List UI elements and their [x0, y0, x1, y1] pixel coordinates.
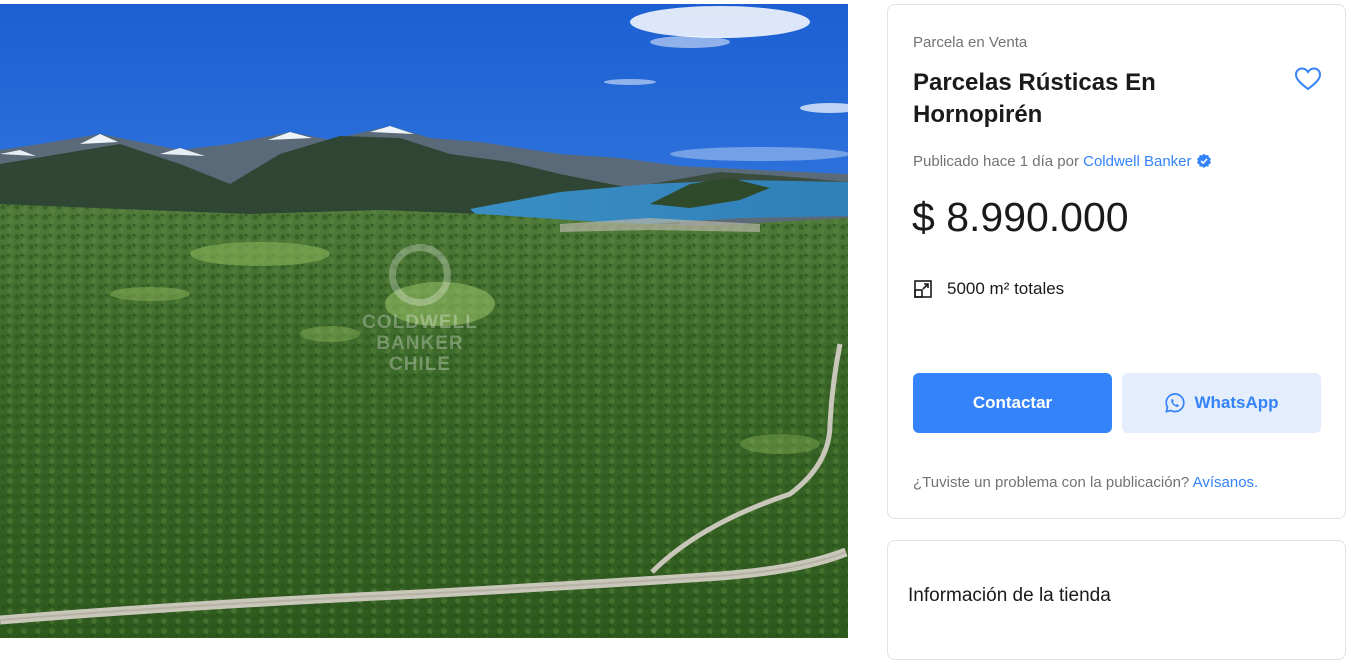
store-info-card: Información de la tienda	[887, 540, 1346, 660]
area-attribute: 5000 m² totales	[913, 279, 1064, 299]
area-text: 5000 m² totales	[947, 279, 1065, 298]
whatsapp-icon	[1165, 393, 1186, 413]
watermark-line: BANKER	[376, 333, 464, 354]
listing-title: Parcelas Rústicas En Hornopirén	[913, 69, 1156, 128]
area-expand-icon	[914, 280, 932, 298]
photo-watermark: COLDWELL BANKER CHILE	[345, 244, 495, 375]
seller-link[interactable]: Coldwell Banker	[1083, 153, 1191, 170]
report-question: ¿Tuviste un problema con la publicación?	[913, 474, 1190, 491]
published-info: Publicado hace 1 día por Coldwell Banker	[913, 153, 1212, 170]
verified-badge-icon	[1196, 153, 1211, 168]
whatsapp-label: WhatsApp	[1194, 393, 1279, 412]
listing-condition: Parcela en Venta	[913, 34, 1028, 51]
watermark-line: CHILE	[389, 354, 451, 375]
watermark-line: COLDWELL	[362, 312, 478, 333]
report-link[interactable]: Avísanos.	[1193, 474, 1259, 491]
published-text: Publicado hace 1 día por	[913, 153, 1079, 170]
report-problem: ¿Tuviste un problema con la publicación?…	[913, 474, 1258, 491]
coldwell-banker-logo	[389, 244, 451, 306]
listing-price: $ 8.990.000	[912, 194, 1129, 240]
contact-button[interactable]: Contactar	[913, 373, 1112, 433]
whatsapp-button[interactable]: WhatsApp	[1122, 373, 1321, 433]
listing-summary-card: Parcela en Venta Parcelas Rústicas En Ho…	[887, 4, 1346, 519]
store-info-title: Información de la tienda	[908, 585, 1111, 606]
listing-photo[interactable]: COLDWELL BANKER CHILE	[0, 4, 848, 638]
heart-icon[interactable]	[1294, 65, 1322, 93]
